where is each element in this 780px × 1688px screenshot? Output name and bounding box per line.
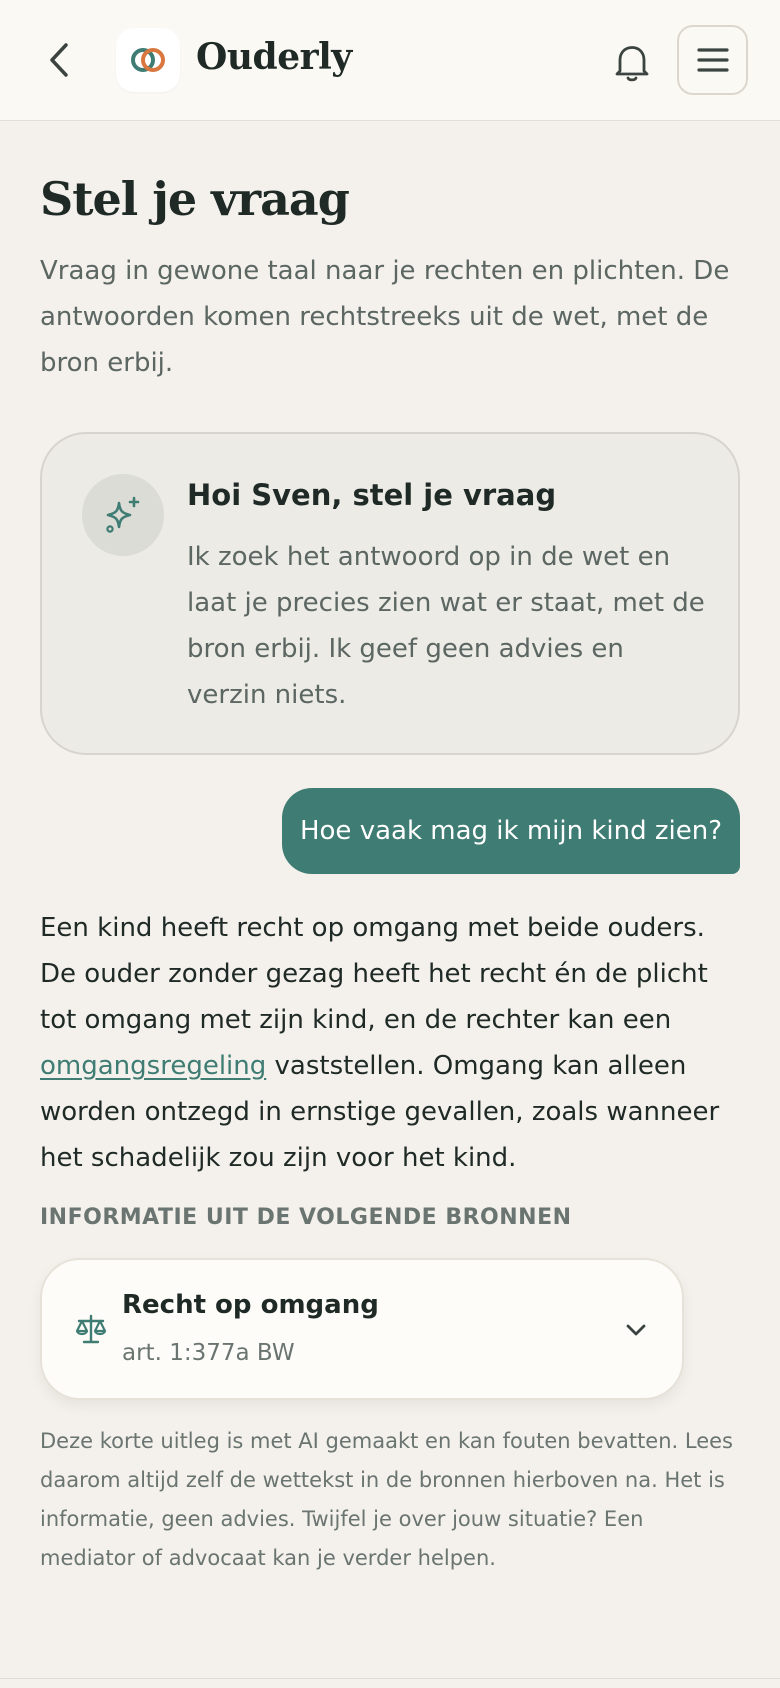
assistant-description: Ik zoek het antwoord op in de wet en laa… xyxy=(187,542,705,710)
notifications-button[interactable] xyxy=(606,36,658,88)
bottom-divider xyxy=(0,1678,780,1679)
menu-button[interactable] xyxy=(677,25,748,95)
page-title: Stel je vraag xyxy=(40,172,350,226)
brand-logo[interactable] xyxy=(116,28,180,92)
assistant-answer: Een kind heeft recht op omgang met beide… xyxy=(40,905,740,1181)
back-button[interactable] xyxy=(36,34,84,86)
page-intro: Vraag in gewone taal naar je rechten en … xyxy=(40,256,730,378)
app-header: Ouderly xyxy=(0,0,780,121)
source-card[interactable]: Recht op omgang art. 1:377a BW xyxy=(40,1258,684,1400)
sources-heading: INFORMATIE UIT DE VOLGENDE BRONNEN xyxy=(40,1205,572,1230)
assistant-avatar xyxy=(82,474,164,556)
bell-icon xyxy=(615,46,649,82)
sparkle-icon xyxy=(106,496,140,533)
scale-icon xyxy=(75,1314,107,1344)
user-message-text: Hoe vaak mag ik mijn kind zien? xyxy=(299,816,723,846)
source-reference: art. 1:377a BW xyxy=(122,1340,295,1366)
hamburger-menu-icon xyxy=(696,48,729,72)
chevron-left-icon xyxy=(50,43,68,77)
omgangsregeling-link[interactable]: omgangsregeling xyxy=(40,1051,266,1081)
expand-source-button[interactable] xyxy=(616,1310,656,1350)
assistant-intro-card: Hoi Sven, stel je vraag Ik zoek het antw… xyxy=(40,432,740,755)
source-title: Recht op omgang xyxy=(122,1290,379,1320)
assistant-greeting: Hoi Sven, stel je vraag xyxy=(187,478,557,512)
interlocking-rings-logo xyxy=(131,48,165,72)
user-message-bubble: Hoe vaak mag ik mijn kind zien? xyxy=(282,788,740,874)
brand-name: Ouderly xyxy=(196,36,352,78)
answer-text-1: Een kind heeft recht op omgang met beide… xyxy=(40,913,708,1035)
ai-disclaimer: Deze korte uitleg is met AI gemaakt en k… xyxy=(40,1429,733,1570)
chevron-down-icon xyxy=(626,1324,646,1336)
